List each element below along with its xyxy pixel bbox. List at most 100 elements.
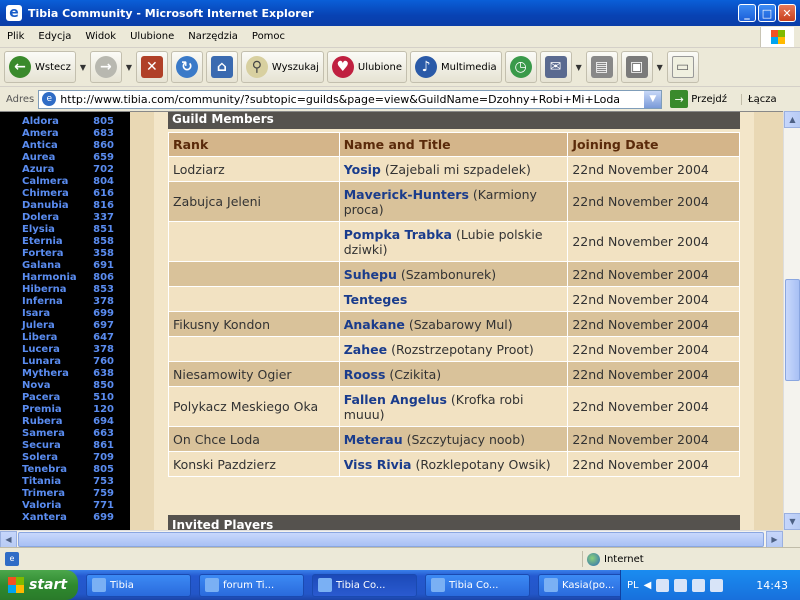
- menu-file[interactable]: Plik: [0, 31, 31, 42]
- world-row[interactable]: Galana 691: [22, 260, 114, 272]
- world-row[interactable]: Isara 699: [22, 308, 114, 320]
- horizontal-scroll-thumb[interactable]: [18, 532, 764, 547]
- world-row[interactable]: Solera 709: [22, 452, 114, 464]
- world-row[interactable]: Aurea 659: [22, 152, 114, 164]
- world-row[interactable]: Chimera 616: [22, 188, 114, 200]
- address-input[interactable]: e http://www.tibia.com/community/?subtop…: [38, 89, 663, 109]
- back-arrow-icon: ←: [9, 56, 31, 78]
- mail-button[interactable]: ✉: [539, 51, 572, 83]
- globe-icon: [587, 552, 600, 566]
- menu-edit[interactable]: Edycja: [31, 31, 78, 42]
- scroll-left-arrow[interactable]: ◀: [0, 531, 17, 548]
- search-button[interactable]: ⚲ Wyszukaj: [240, 51, 324, 83]
- world-row[interactable]: Rubera 694: [22, 416, 114, 428]
- world-row[interactable]: Julera 697: [22, 320, 114, 332]
- member-name-link[interactable]: Yosip: [344, 162, 381, 177]
- scroll-right-arrow[interactable]: ▶: [766, 531, 783, 548]
- favorites-button[interactable]: ♥ Ulubione: [326, 51, 408, 83]
- world-name: Danubia: [22, 200, 69, 211]
- world-row[interactable]: Tenebra 805: [22, 464, 114, 476]
- world-row[interactable]: Antica 860: [22, 140, 114, 152]
- mail-dropdown[interactable]: ▼: [575, 63, 583, 72]
- edit-button[interactable]: ▣: [620, 51, 653, 83]
- world-row[interactable]: Hiberna 853: [22, 284, 114, 296]
- refresh-button[interactable]: ↻: [170, 51, 203, 83]
- discuss-button[interactable]: ▭: [666, 51, 699, 83]
- print-button[interactable]: ▤: [585, 51, 618, 83]
- world-name: Nova: [22, 380, 51, 391]
- world-row[interactable]: Eternia 858: [22, 236, 114, 248]
- history-button[interactable]: ◷: [504, 51, 537, 83]
- vertical-scroll-thumb[interactable]: [785, 279, 800, 381]
- world-row[interactable]: Nova 850: [22, 380, 114, 392]
- world-row[interactable]: Premia 120: [22, 404, 114, 416]
- world-row[interactable]: Secura 861: [22, 440, 114, 452]
- close-button[interactable]: ✕: [778, 4, 796, 22]
- world-row[interactable]: Inferna 378: [22, 296, 114, 308]
- world-row[interactable]: Calmera 804: [22, 176, 114, 188]
- go-button[interactable]: → Przejdź: [670, 90, 727, 108]
- title-bar: e Tibia Community - Microsoft Internet E…: [0, 0, 800, 26]
- member-name-link[interactable]: Maverick-Hunters: [344, 187, 469, 202]
- world-row[interactable]: Xantera 699: [22, 512, 114, 524]
- member-name-link[interactable]: Meterau: [344, 432, 403, 447]
- member-name-link[interactable]: Viss Rivia: [344, 457, 412, 472]
- home-button[interactable]: ⌂: [205, 51, 238, 83]
- tray-arrow-icon[interactable]: ◀: [644, 580, 652, 591]
- vertical-scrollbar[interactable]: ▲ ▼: [783, 111, 800, 530]
- member-name-link[interactable]: Zahee: [344, 342, 387, 357]
- world-row[interactable]: Mythera 638: [22, 368, 114, 380]
- edit-dropdown[interactable]: ▼: [656, 63, 664, 72]
- task-tibia-community-2[interactable]: Tibia Co...: [425, 573, 530, 597]
- tray-icon-4[interactable]: [710, 578, 724, 592]
- menu-tools[interactable]: Narzędzia: [181, 31, 245, 42]
- member-name-link[interactable]: Rooss: [344, 367, 386, 382]
- world-row[interactable]: Trimera 759: [22, 488, 114, 500]
- scroll-down-arrow[interactable]: ▼: [784, 513, 800, 530]
- world-row[interactable]: Amera 683: [22, 128, 114, 140]
- task-forum[interactable]: forum Ti...: [199, 573, 304, 597]
- world-row[interactable]: Valoria 771: [22, 500, 114, 512]
- member-name-link[interactable]: Pompka Trabka: [344, 227, 452, 242]
- minimize-button[interactable]: _: [738, 4, 756, 22]
- member-name-link[interactable]: Tenteges: [344, 292, 408, 307]
- stop-button[interactable]: ✕: [135, 51, 168, 83]
- horizontal-scrollbar[interactable]: ◀ ▶: [0, 530, 783, 548]
- tray-icon-3[interactable]: [692, 578, 706, 592]
- forward-button[interactable]: →: [89, 51, 122, 83]
- back-dropdown[interactable]: ▼: [79, 63, 87, 72]
- member-name-link[interactable]: Suhepu: [344, 267, 397, 282]
- menu-help[interactable]: Pomoc: [245, 31, 292, 42]
- forward-dropdown[interactable]: ▼: [125, 63, 133, 72]
- world-row[interactable]: Azura 702: [22, 164, 114, 176]
- world-row[interactable]: Libera 647: [22, 332, 114, 344]
- menu-favorites[interactable]: Ulubione: [123, 31, 181, 42]
- start-button[interactable]: start: [0, 570, 78, 600]
- back-button[interactable]: ← Wstecz: [4, 51, 76, 83]
- back-label: Wstecz: [35, 61, 71, 73]
- task-tibia-community-1[interactable]: Tibia Co...: [312, 573, 417, 597]
- world-row[interactable]: Aldora 805: [22, 116, 114, 128]
- scroll-up-arrow[interactable]: ▲: [784, 111, 800, 128]
- world-row[interactable]: Elysia 851: [22, 224, 114, 236]
- member-name-link[interactable]: Fallen Angelus: [344, 392, 447, 407]
- world-row[interactable]: Danubia 816: [22, 200, 114, 212]
- world-row[interactable]: Lunara 760: [22, 356, 114, 368]
- maximize-button[interactable]: □: [758, 4, 776, 22]
- world-row[interactable]: Pacera 510: [22, 392, 114, 404]
- world-row[interactable]: Fortera 358: [22, 248, 114, 260]
- tray-icon-2[interactable]: [674, 578, 688, 592]
- member-name-link[interactable]: Anakane: [344, 317, 405, 332]
- menu-view[interactable]: Widok: [78, 31, 123, 42]
- world-row[interactable]: Samera 663: [22, 428, 114, 440]
- world-row[interactable]: Harmonia 806: [22, 272, 114, 284]
- media-button[interactable]: ♪ Multimedia: [410, 51, 502, 83]
- task-tibia[interactable]: Tibia: [86, 573, 191, 597]
- address-dropdown[interactable]: ▼: [644, 90, 662, 108]
- tray-icon-1[interactable]: [656, 578, 670, 592]
- world-row[interactable]: Dolera 337: [22, 212, 114, 224]
- world-row[interactable]: Titania 753: [22, 476, 114, 488]
- world-row[interactable]: Lucera 378: [22, 344, 114, 356]
- links-button[interactable]: Łącza: [741, 93, 777, 105]
- language-indicator[interactable]: PL: [627, 580, 639, 591]
